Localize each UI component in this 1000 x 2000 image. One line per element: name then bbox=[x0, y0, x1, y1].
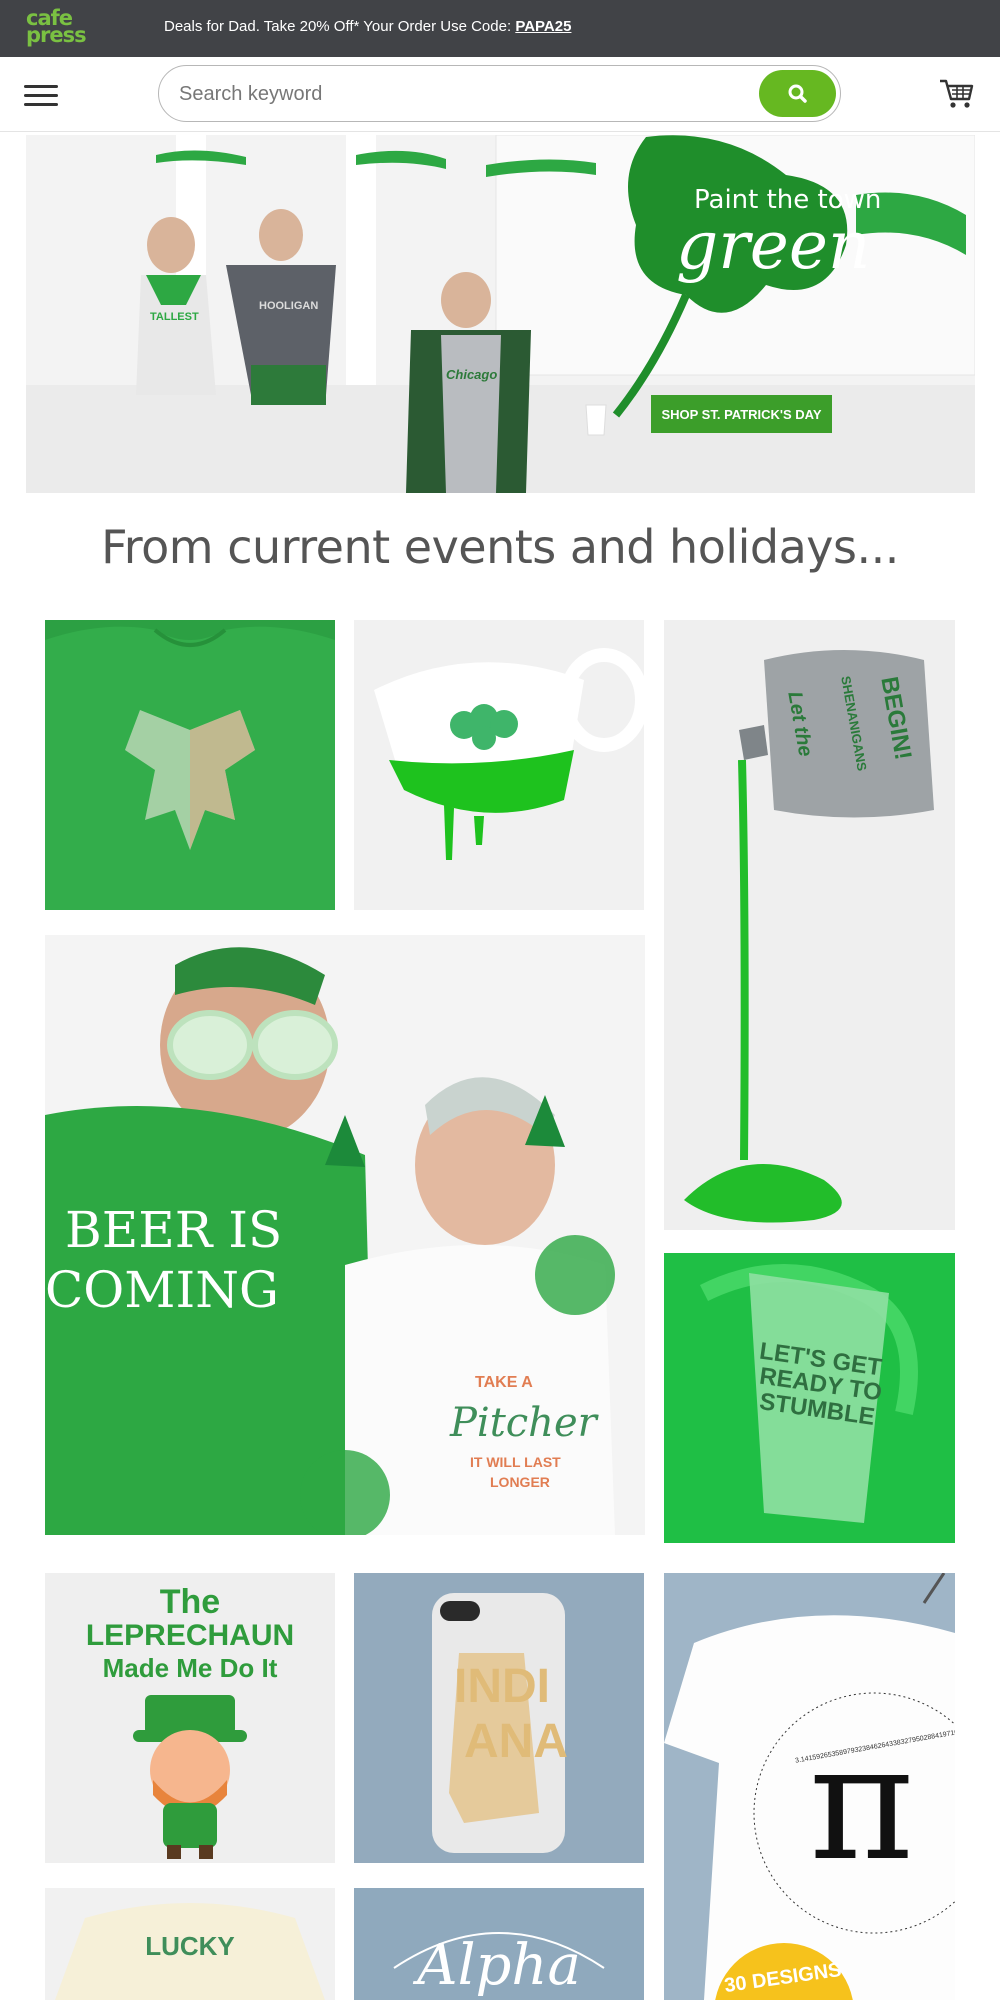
product-tile-leprechaun[interactable]: The LEPRECHAUN Made Me Do It bbox=[45, 1573, 335, 1863]
section-title: From current events and holidays... bbox=[101, 520, 899, 574]
promo-message[interactable]: Deals for Dad. Take 20% Off* Your Order … bbox=[164, 18, 571, 35]
search-button[interactable] bbox=[759, 70, 836, 117]
shirt-text-tallest: TALLEST bbox=[150, 311, 199, 323]
product-tile-lucky-onesie[interactable]: LUCKY bbox=[45, 1888, 335, 2000]
leprechaun-image bbox=[133, 1695, 247, 1859]
eagle-tee-image bbox=[45, 620, 335, 910]
cart-icon[interactable] bbox=[938, 77, 974, 111]
product-tile-stumble-cup[interactable]: LET'S GET READY TO STUMBLE bbox=[664, 1253, 955, 1543]
product-tile-shenanigans-flask[interactable]: Let the SHENANIGANS BEGIN! bbox=[664, 620, 955, 1230]
search-input[interactable] bbox=[179, 76, 709, 112]
site-header bbox=[0, 57, 1000, 132]
search-box bbox=[158, 65, 841, 122]
product-tile-couple-shirts[interactable]: BEER IS COMING TAKE A Pitcher IT WILL LA… bbox=[45, 935, 645, 1535]
lep-line-2: LEPRECHAUN bbox=[85, 1619, 295, 1652]
indiana-line-1: INDI bbox=[454, 1660, 550, 1713]
product-tile-eagle-tee[interactable] bbox=[45, 620, 335, 910]
flask-image bbox=[664, 620, 955, 1230]
product-tile-shamrock-mug[interactable] bbox=[354, 620, 644, 910]
pitcher-shirt-line-1: TAKE A bbox=[475, 1374, 533, 1391]
pitcher-shirt-line-4: LONGER bbox=[490, 1474, 550, 1490]
hero-banner[interactable]: TALLEST HOOLIGAN Chicago Paint the town … bbox=[26, 135, 975, 493]
search-icon bbox=[788, 84, 807, 103]
pi-symbol: π bbox=[809, 1709, 915, 1896]
onesie-text: LUCKY bbox=[145, 1931, 235, 1961]
product-tile-alpha[interactable]: Alpha bbox=[354, 1888, 644, 2000]
alpha-text: Alpha bbox=[417, 1933, 581, 1998]
lep-line-1: The bbox=[159, 1583, 221, 1621]
product-tile-indiana-case[interactable]: INDI ANA bbox=[354, 1573, 644, 1863]
lep-line-3: Made Me Do It bbox=[102, 1653, 278, 1683]
product-tile-pi-tee[interactable]: 3.14159265358979323846264338327950288419… bbox=[664, 1573, 955, 2000]
promo-text: Deals for Dad. Take 20% Off* Your Order … bbox=[164, 18, 516, 35]
promo-code: PAPA25 bbox=[515, 18, 572, 35]
beer-shirt-line-2: COMING bbox=[45, 1261, 279, 1319]
shop-st-patricks-day-button[interactable]: SHOP ST. PATRICK'S DAY bbox=[651, 395, 832, 433]
cafepress-logo[interactable]: cafe press bbox=[26, 8, 88, 48]
logo-line-2: press bbox=[26, 23, 87, 47]
beer-shirt-line-1: BEER IS bbox=[65, 1201, 283, 1259]
pitcher-shirt-line-3: IT WILL LAST bbox=[470, 1454, 561, 1470]
pitcher-shirt-line-2: Pitcher bbox=[450, 1400, 597, 1446]
indiana-line-2: ANA bbox=[464, 1715, 568, 1768]
shamrock-mug-image bbox=[354, 620, 644, 910]
shirt-text-chicago: Chicago bbox=[446, 367, 498, 382]
shirt-text-hooligan: HOOLIGAN bbox=[259, 300, 319, 312]
promo-bar: cafe press Deals for Dad. Take 20% Off* … bbox=[0, 0, 1000, 57]
hero-headline: green bbox=[676, 207, 871, 284]
menu-icon[interactable] bbox=[24, 85, 58, 107]
